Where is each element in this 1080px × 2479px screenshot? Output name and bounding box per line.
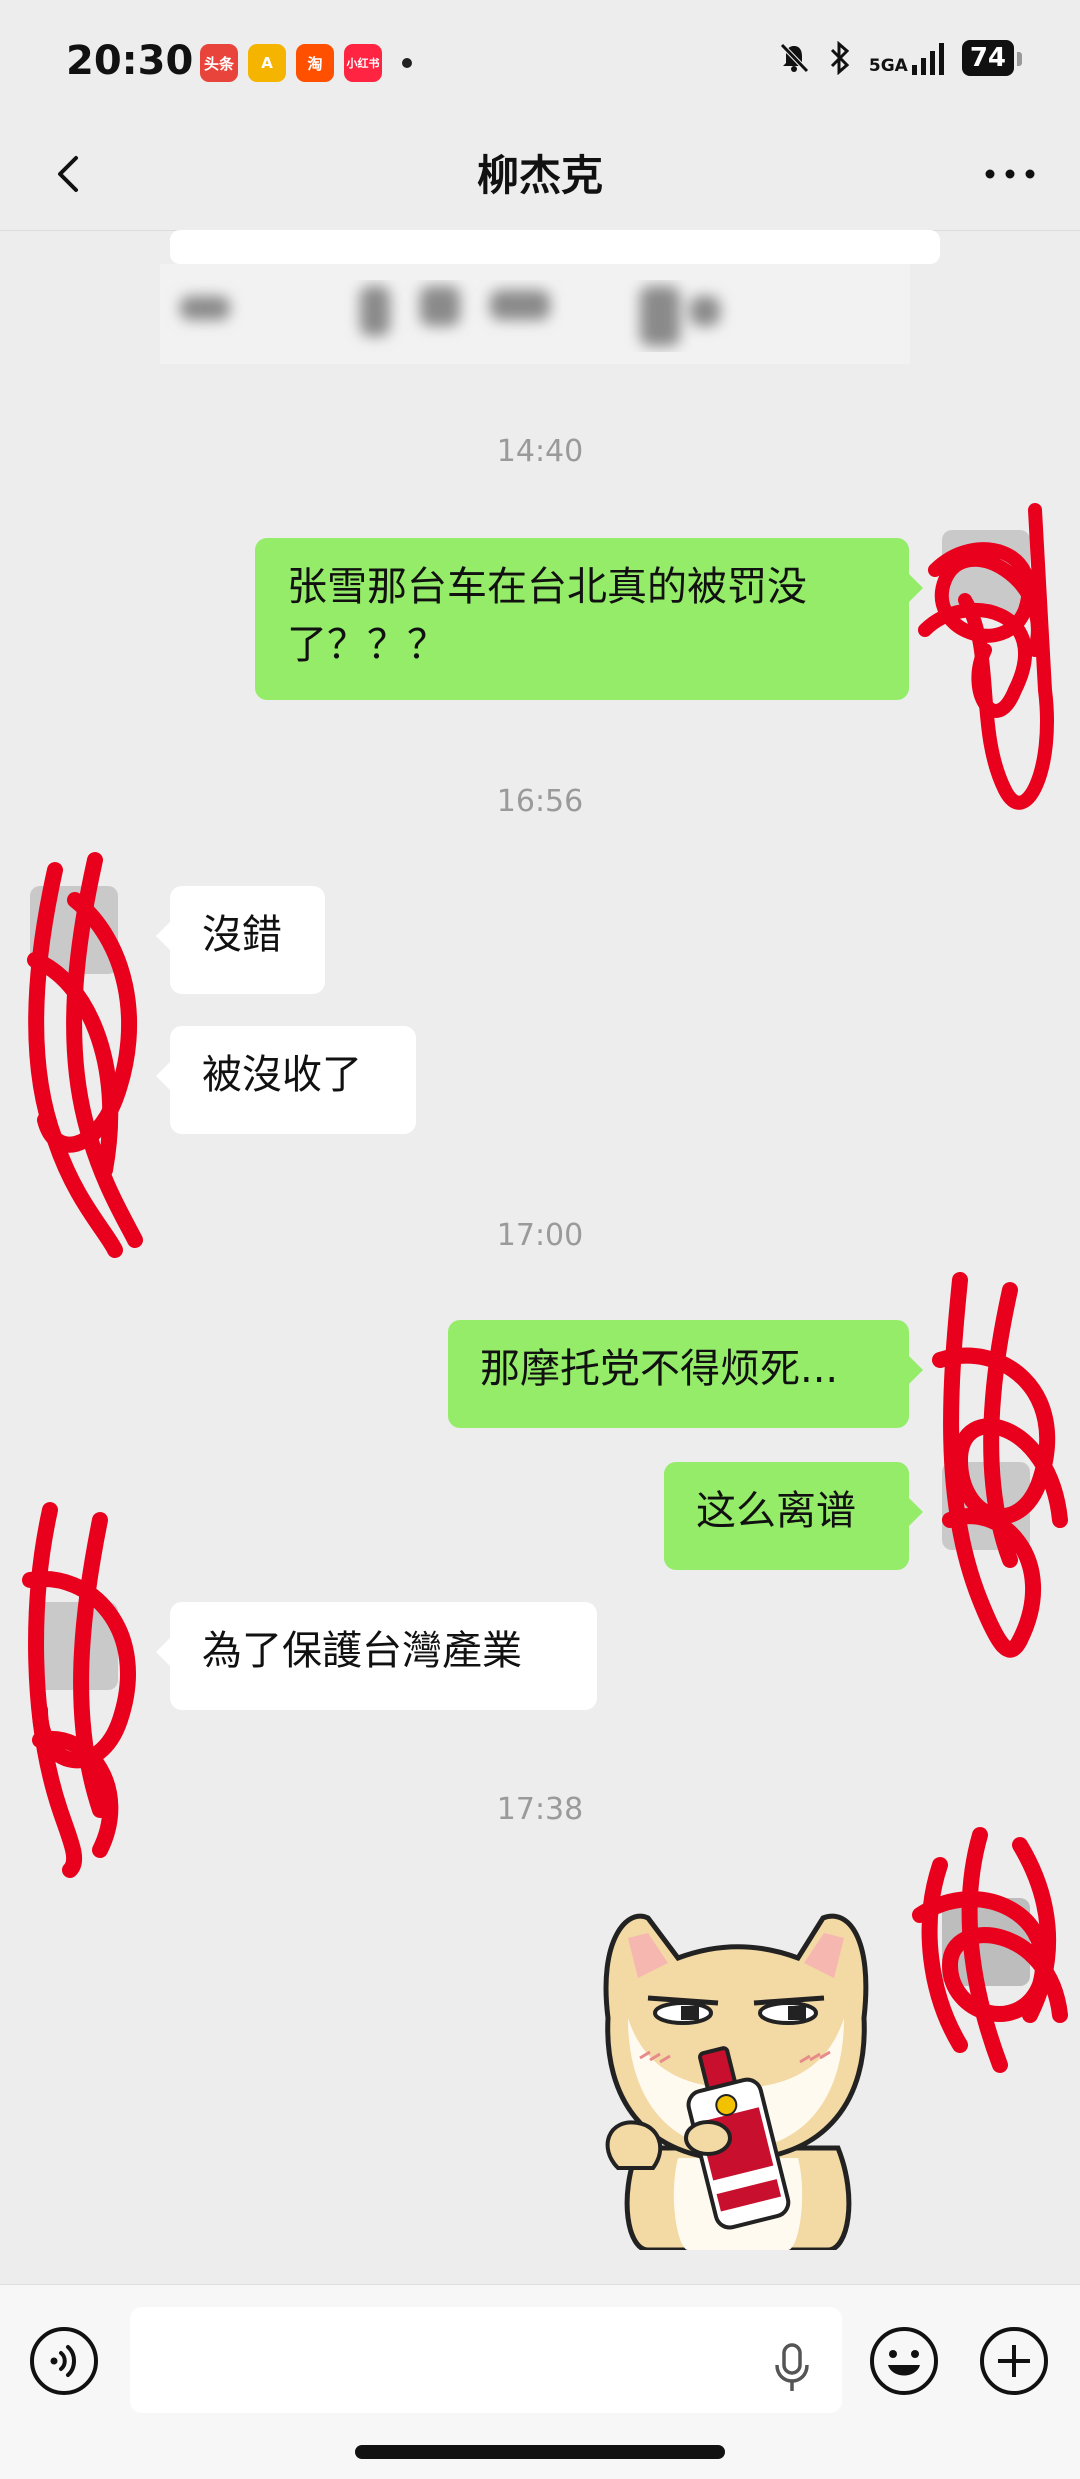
- bluetooth-icon: [830, 41, 850, 75]
- redaction-scribble: [932, 1272, 1068, 1658]
- contact-message-bubble[interactable]: 沒錯: [156, 886, 325, 994]
- contact-message-bubble[interactable]: 為了保護台灣產業: [156, 1602, 597, 1710]
- timestamp: 14:40: [496, 434, 584, 469]
- chat-title: 柳杰克: [476, 151, 603, 200]
- mute-bell-icon: [780, 43, 809, 73]
- status-bar: 20:30 头条 A 淘 小红书 5GA 74: [0, 0, 1080, 120]
- shiba-sticker-image[interactable]: [588, 1898, 884, 2250]
- microphone-icon[interactable]: [772, 2343, 812, 2393]
- battery-level: 74: [961, 40, 1023, 76]
- contact-message-bubble[interactable]: 被沒收了: [156, 1026, 416, 1134]
- status-time: 20:30: [66, 38, 194, 84]
- chat-header: 柳杰克: [0, 120, 1080, 231]
- my-message-bubble[interactable]: 这么离谱: [664, 1462, 923, 1570]
- signal-bars-icon: [911, 41, 944, 75]
- message-input[interactable]: [130, 2307, 842, 2413]
- add-more-icon[interactable]: [978, 2325, 1050, 2397]
- more-options-icon[interactable]: [980, 154, 1040, 194]
- toutiao-app-icon: 头条: [200, 44, 238, 82]
- my-message-bubble[interactable]: 张雪那台车在台北真的被罚没了？？？: [255, 538, 923, 700]
- voice-input-toggle-icon[interactable]: [28, 2325, 100, 2397]
- timestamp: 17:00: [496, 1218, 584, 1253]
- timestamp: 16:56: [496, 784, 584, 819]
- notification-app-icons: 头条 A 淘 小红书: [200, 44, 412, 82]
- redaction-scribble: [912, 1827, 1068, 2073]
- more-notifications-dot: [402, 58, 412, 68]
- cellular-signal: 5GA: [869, 41, 944, 75]
- my-message-bubble[interactable]: 那摩托党不得烦死...: [448, 1320, 923, 1428]
- blurred-message-image: [160, 230, 940, 364]
- xiaohongshu-app-icon: 小红书: [344, 44, 382, 82]
- taobao-app-icon: 淘: [296, 44, 334, 82]
- redaction-scribble: [27, 852, 143, 1258]
- emoji-icon[interactable]: [868, 2325, 940, 2397]
- system-status-icons: 5GA 74: [777, 40, 1023, 76]
- network-type-label: 5GA: [868, 56, 908, 76]
- amap-app-icon: A: [248, 44, 286, 82]
- home-indicator[interactable]: [355, 2445, 725, 2459]
